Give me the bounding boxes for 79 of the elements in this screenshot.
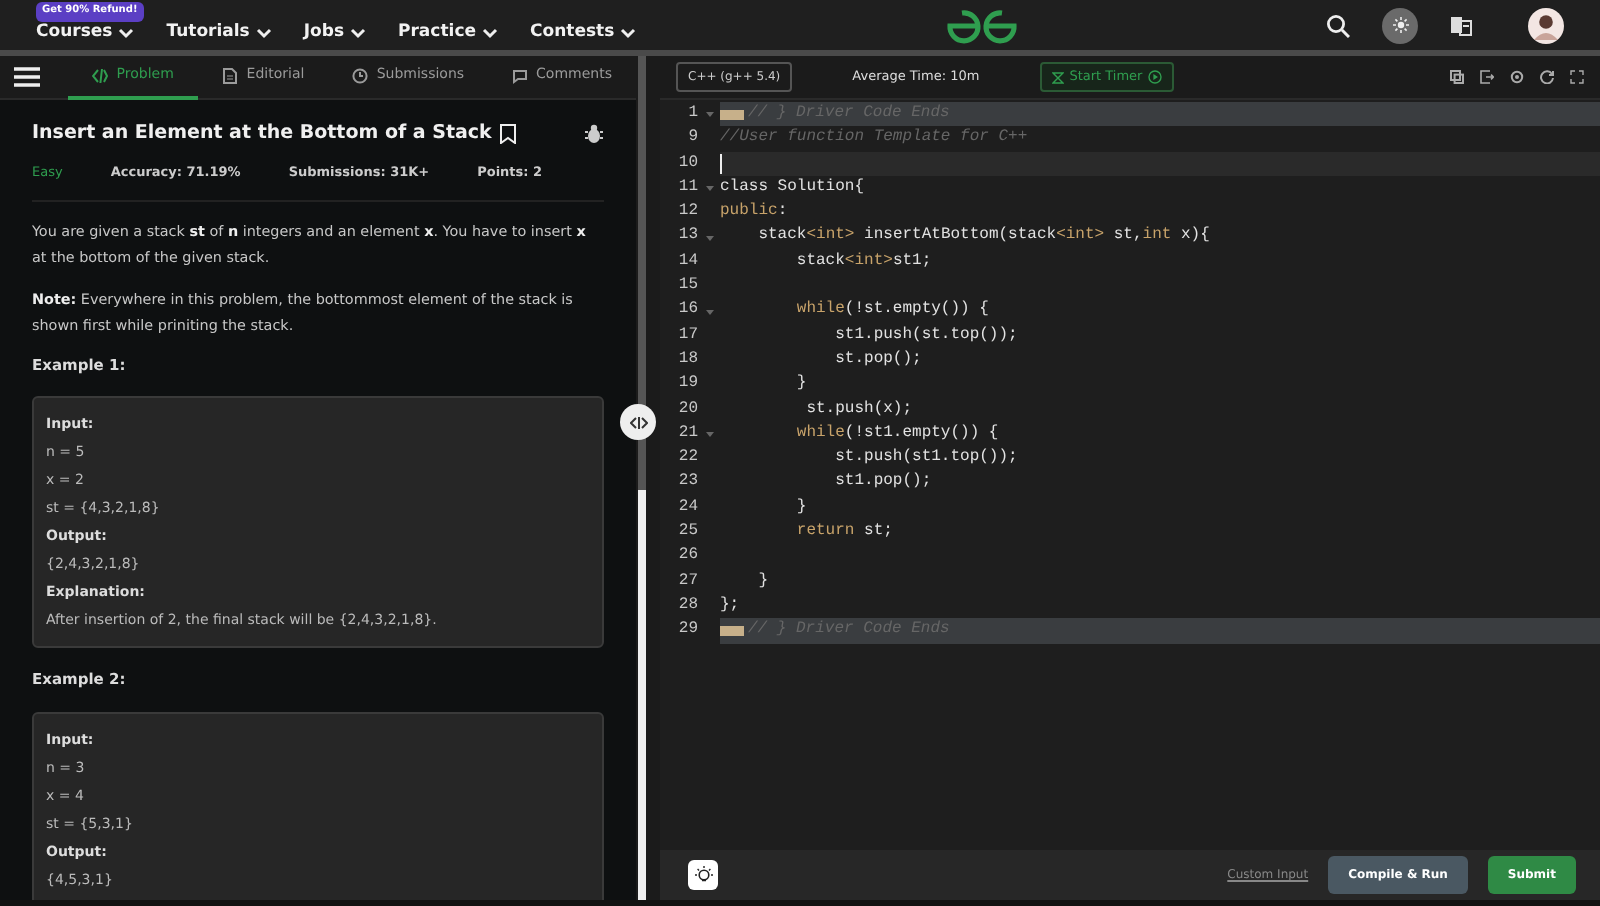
line-number: 28 xyxy=(676,593,700,618)
line-number: 16 xyxy=(676,298,700,323)
code-line: } xyxy=(794,495,807,520)
code-icon xyxy=(92,67,109,83)
document-icon xyxy=(222,67,239,83)
translate-icon[interactable] xyxy=(1450,15,1472,35)
code-line: stack<int>st1; xyxy=(794,249,932,274)
code-line: st1.pop(); xyxy=(833,470,932,495)
problem-title: Insert an Element at the Bottom of a Stack xyxy=(32,120,492,148)
line-number: 18 xyxy=(676,347,700,372)
chevron-down-icon xyxy=(482,26,498,40)
code-line: stack<int> insertAtBottom(stack<int> st,int x){ xyxy=(756,224,1210,249)
code-line: } xyxy=(794,372,807,397)
sun-icon xyxy=(1391,16,1409,34)
line-number: 25 xyxy=(676,520,700,545)
resize-icon xyxy=(629,415,647,429)
theme-toggle[interactable] xyxy=(1382,7,1418,43)
hint-button[interactable] xyxy=(688,860,718,890)
chevron-down-icon xyxy=(255,26,272,40)
lightbulb-icon xyxy=(693,865,713,885)
line-number: 17 xyxy=(676,323,700,348)
resize-handle[interactable] xyxy=(620,404,656,440)
search-icon[interactable] xyxy=(1326,13,1350,37)
line-number: 10 xyxy=(676,151,700,176)
nav-menu[interactable]: Practice xyxy=(398,20,498,46)
line-number: 20 xyxy=(676,397,700,422)
fold-marker[interactable] xyxy=(720,625,744,636)
line-number: 12 xyxy=(676,200,700,225)
play-icon xyxy=(1148,70,1163,84)
line-number: 24 xyxy=(676,495,700,520)
code-line: st.push(st1.top()); xyxy=(833,446,1018,471)
code-line: //User function Template for C++ xyxy=(720,126,1028,151)
line-number: 9 xyxy=(686,126,700,151)
line-number: 15 xyxy=(676,274,700,299)
code-line: }; xyxy=(720,593,740,618)
line-number: 19 xyxy=(676,372,700,397)
line-number: 26 xyxy=(676,544,700,569)
fold-marker[interactable] xyxy=(720,109,744,120)
nav-menu[interactable]: Courses xyxy=(36,20,135,46)
copy-icon[interactable] xyxy=(1450,70,1464,84)
nav-menu[interactable]: Contests xyxy=(530,20,637,46)
line-number: 27 xyxy=(676,569,700,594)
scrollbar-thumb[interactable] xyxy=(638,490,646,900)
export-icon[interactable] xyxy=(1480,70,1494,84)
line-number: 29 xyxy=(676,618,700,643)
line-number: 11 xyxy=(676,175,700,200)
nav-menu[interactable]: Tutorials xyxy=(166,20,272,46)
line-number: 14 xyxy=(676,249,700,274)
code-line: while(!st.empty()) { xyxy=(794,298,989,323)
avatar-icon[interactable] xyxy=(1528,7,1564,43)
settings-icon[interactable] xyxy=(1510,70,1524,84)
expand-icon[interactable] xyxy=(1570,70,1584,84)
line-number: 1 xyxy=(686,102,700,126)
refresh-icon[interactable] xyxy=(1540,70,1554,84)
line-number: 22 xyxy=(676,446,700,471)
text-cursor xyxy=(720,153,722,174)
logo-icon[interactable] xyxy=(945,7,1018,43)
code-line: st.push(x); xyxy=(804,397,913,422)
bug-icon[interactable] xyxy=(584,124,604,145)
line-number: 23 xyxy=(676,470,700,495)
fold-icon[interactable] xyxy=(706,430,714,438)
chat-icon xyxy=(512,67,529,83)
line-number: 21 xyxy=(676,421,700,446)
hourglass-icon xyxy=(1051,71,1064,83)
code-line: st.pop(); xyxy=(833,347,922,372)
menu-icon[interactable] xyxy=(14,66,40,88)
bookmark-icon[interactable] xyxy=(499,124,516,145)
nav-menu[interactable]: Jobs xyxy=(303,20,367,46)
code-line: public: xyxy=(720,200,788,225)
code-line: while(!st1.empty()) { xyxy=(794,421,999,446)
chevron-down-icon xyxy=(620,26,637,40)
code-line: } xyxy=(756,569,769,594)
code-line: st1.push(st.top()); xyxy=(833,323,1018,348)
code-line: class Solution{ xyxy=(720,175,865,200)
clock-icon xyxy=(352,67,369,83)
line-number: 13 xyxy=(676,224,700,249)
chevron-down-icon xyxy=(118,26,135,40)
code-line: return st; xyxy=(794,520,893,545)
chevron-down-icon xyxy=(350,26,367,40)
